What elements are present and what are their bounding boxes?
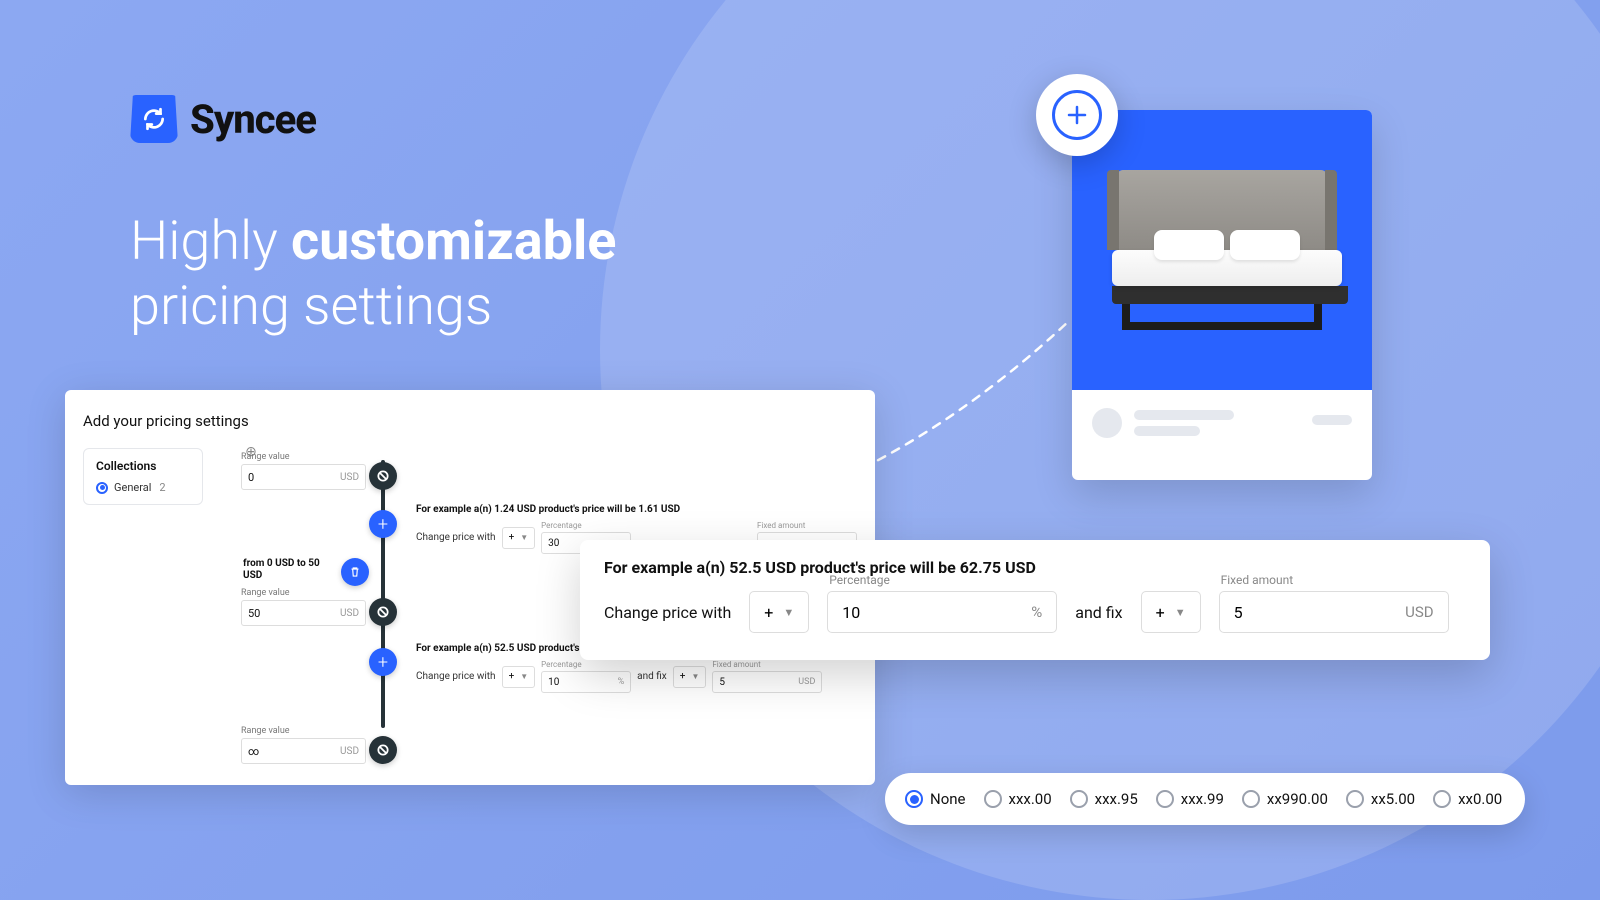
range-marker-icon[interactable]: [369, 598, 397, 626]
add-product-button[interactable]: [1036, 74, 1118, 156]
rounding-option-none[interactable]: None: [905, 790, 966, 808]
radio-icon: [1156, 790, 1174, 808]
popout-fixed-amount-input[interactable]: 5USD: [1219, 591, 1449, 633]
product-image: [1072, 110, 1372, 390]
plus-icon: [1052, 90, 1102, 140]
add-rule-button[interactable]: +: [369, 648, 397, 676]
product-card: [1072, 110, 1372, 480]
sync-icon: [130, 95, 178, 143]
price-placeholder: [1312, 415, 1352, 425]
range-label: Range value: [241, 726, 366, 736]
rounding-option-xx990[interactable]: xx990.00: [1242, 790, 1328, 808]
rounding-option-xxx99[interactable]: xxx.99: [1156, 790, 1224, 808]
rule2-fix-operator-select[interactable]: +▼: [673, 666, 707, 688]
popout-change-label: Change price with: [604, 603, 731, 622]
range-to-input[interactable]: 50USD: [241, 600, 366, 626]
radio-icon: [1433, 790, 1451, 808]
rule-popout: For example a(n) 52.5 USD product's pric…: [580, 540, 1490, 660]
subtitle-placeholder: [1134, 426, 1200, 436]
radio-icon: [1242, 790, 1260, 808]
range-end-input[interactable]: ∞USD: [241, 738, 366, 764]
collection-item-general[interactable]: General 2: [96, 481, 190, 494]
range-marker-icon[interactable]: [369, 462, 397, 490]
rule2-percentage-input[interactable]: 10%: [541, 671, 631, 693]
popout-pct-label: Percentage: [829, 573, 890, 587]
range-label: Range value: [241, 588, 366, 598]
page-headline: Highly customizable pricing settings: [130, 210, 616, 340]
rounding-option-xxx00[interactable]: xxx.00: [984, 790, 1052, 808]
rounding-option-xx5[interactable]: xx5.00: [1346, 790, 1415, 808]
rounding-option-xxx95[interactable]: xxx.95: [1070, 790, 1138, 808]
radio-selected-icon: [905, 790, 923, 808]
popout-example: For example a(n) 52.5 USD product's pric…: [604, 558, 1466, 577]
panel-title: Add your pricing settings: [83, 412, 857, 430]
rule1-example: For example a(n) 1.24 USD product's pric…: [416, 504, 857, 515]
title-placeholder: [1134, 410, 1234, 420]
range-hint-text: from 0 USD to 50 USD: [243, 558, 338, 582]
radio-selected-icon: [96, 482, 108, 494]
vendor-avatar-placeholder: [1092, 408, 1122, 438]
popout-fix-operator-select[interactable]: +▼: [1141, 591, 1201, 633]
popout-percentage-input[interactable]: 10%: [827, 591, 1057, 633]
timeline-line: [381, 460, 385, 728]
popout-operator-select[interactable]: +▼: [749, 591, 809, 633]
collections-card: Collections General 2: [83, 448, 203, 505]
rule2-operator-select[interactable]: +▼: [502, 666, 536, 688]
popout-andfix-label: and fix: [1075, 603, 1122, 622]
range-from-input[interactable]: 0USD: [241, 464, 366, 490]
change-price-label: Change price with: [416, 532, 496, 543]
brand-logo: Syncee: [130, 95, 316, 143]
range-marker-icon[interactable]: [369, 736, 397, 764]
change-price-label: Change price with: [416, 671, 496, 682]
popout-fix-label: Fixed amount: [1221, 573, 1294, 587]
brand-name: Syncee: [190, 96, 316, 143]
rounding-option-xx0[interactable]: xx0.00: [1433, 790, 1502, 808]
delete-range-button[interactable]: [341, 558, 369, 586]
radio-icon: [984, 790, 1002, 808]
collections-heading: Collections: [96, 459, 190, 473]
rule2-fixed-amount-input[interactable]: 5USD: [712, 671, 822, 693]
rule1-operator-select[interactable]: +▼: [502, 527, 536, 549]
radio-icon: [1070, 790, 1088, 808]
range-label: Range value: [241, 452, 366, 462]
radio-icon: [1346, 790, 1364, 808]
add-rule-button[interactable]: +: [369, 510, 397, 538]
rounding-options: None xxx.00 xxx.95 xxx.99 xx990.00 xx5.0…: [885, 773, 1525, 825]
